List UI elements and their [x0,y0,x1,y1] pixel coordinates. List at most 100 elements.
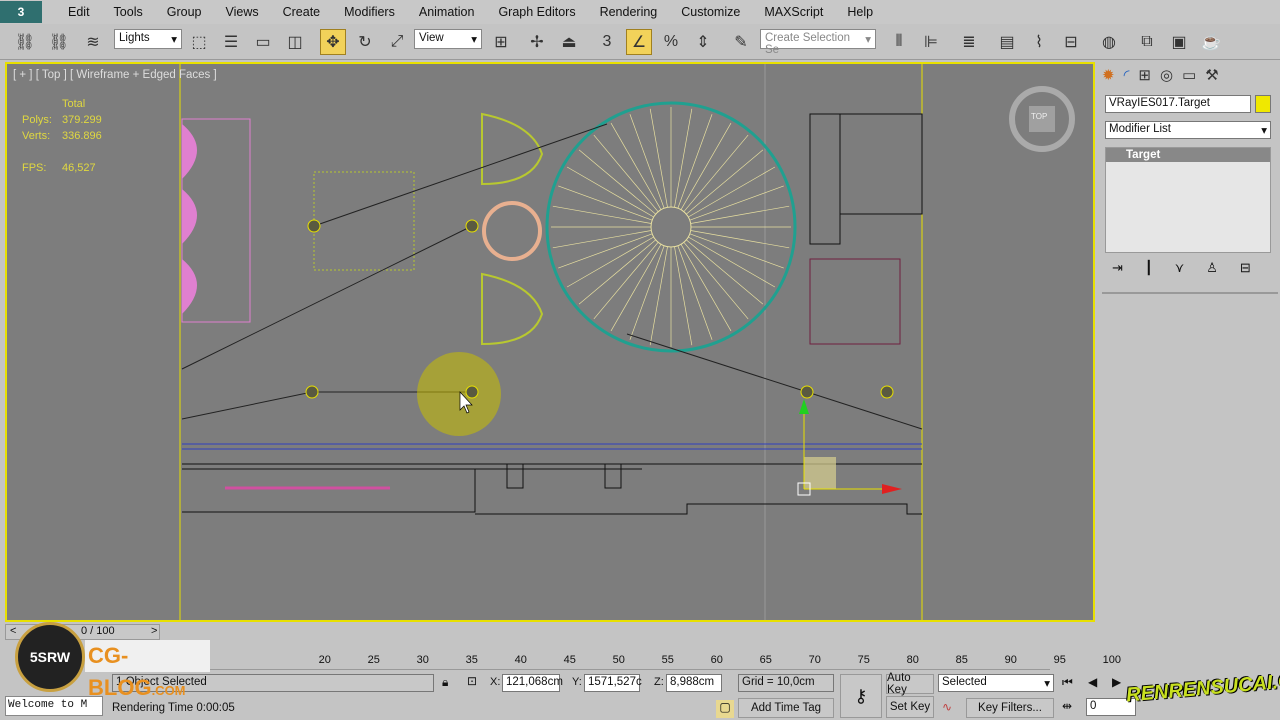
align-icon[interactable]: ⊫ [918,29,944,55]
reference-coord-value: View [419,32,444,44]
remove-modifier-icon[interactable]: ♙ [1206,260,1218,276]
absolute-mode-icon[interactable]: ⊡ [467,674,477,688]
window-crossing-icon[interactable]: ◫ [282,29,308,55]
menu-edit[interactable]: Edit [56,5,102,19]
panel-divider [1102,292,1278,294]
display-tab-icon[interactable]: ▭ [1182,66,1196,84]
key-mode-value: Selected [942,676,987,688]
pin-stack-icon[interactable]: ⇥ [1112,260,1123,276]
x-label: X: [490,676,501,688]
scene-wireframe [179,64,1075,620]
schematic-view-icon[interactable]: ⊟ [1058,29,1084,55]
time-tag-icon[interactable]: ▢ [716,700,734,718]
add-time-tag-button[interactable]: Add Time Tag [738,698,834,718]
track-bar-tick: 85 [955,654,968,666]
motion-tab-icon[interactable]: ◎ [1160,66,1173,84]
layer-manager-icon[interactable]: ≣ [956,29,982,55]
modifier-list-dropdown[interactable]: Modifier List ▾ [1105,121,1271,139]
main-toolbar: ⛓ ⛓ ≋ Lights ▾ ⬚ ☰ ▭ ◫ ✥ ↻ ⤢ View ▾ ⊞ ✢ ⏏ … [0,24,1280,60]
angle-snap-icon[interactable]: ∠ [626,29,652,55]
lock-icon[interactable]: 🔒︎ [442,675,448,690]
y-label: Y: [572,676,582,688]
app-logo[interactable]: 3 [0,1,42,23]
menu-modifiers[interactable]: Modifiers [332,5,407,19]
modifier-stack: Target [1105,147,1271,253]
pivot-icon[interactable]: ⊞ [488,29,514,55]
graphite-ribbon-icon[interactable]: ▤ [994,29,1020,55]
named-selection-dropdown[interactable]: Create Selection Se ▾ [760,29,876,56]
edit-named-selection-icon[interactable]: ✎ [728,29,754,55]
viewcube[interactable]: TOP [1031,112,1047,121]
modify-tab-icon[interactable]: ◜ [1124,66,1130,84]
track-bar[interactable]: 520253035404550556065707580859095100 [170,642,1121,670]
bind-space-warp-icon[interactable]: ≋ [80,29,106,55]
show-end-result-icon[interactable]: ┃ [1145,260,1153,276]
x-coordinate-field[interactable]: 121,068cm [502,674,563,692]
track-bar-tick: 65 [759,654,772,666]
mirror-icon[interactable]: ⫴ [886,29,912,55]
create-tab-icon[interactable]: ✹ [1102,66,1115,84]
keyboard-shortcut-icon[interactable]: ⏏ [556,29,582,55]
menu-rendering[interactable]: Rendering [588,5,670,19]
unlink-icon[interactable]: ⛓ [46,29,72,55]
utilities-tab-icon[interactable]: ⚒ [1205,66,1218,84]
rendered-frame-icon[interactable]: ▣ [1166,29,1192,55]
verts-label: Verts: [22,130,51,142]
set-key-button[interactable]: Set Key [886,696,934,718]
menu-views[interactable]: Views [213,5,270,19]
track-bar-tick: 60 [710,654,723,666]
viewport-top[interactable]: [ + ] [ Top ] [ Wireframe + Edged Faces … [5,62,1095,622]
menu-customize[interactable]: Customize [669,5,752,19]
selection-filter-value: Lights [119,32,150,44]
menu-graph-editors[interactable]: Graph Editors [486,5,587,19]
track-bar-tick: 70 [808,654,821,666]
z-coordinate-field[interactable]: 8,988cm [666,674,722,692]
track-bar-tick: 55 [661,654,674,666]
set-key-icon[interactable]: ⚷ [840,674,882,718]
chevron-down-icon: ▾ [1044,678,1050,690]
menu-animation[interactable]: Animation [407,5,487,19]
y-coordinate-field[interactable]: 1571,527c [584,674,642,692]
menu-group[interactable]: Group [155,5,214,19]
menu-maxscript[interactable]: MAXScript [752,5,835,19]
object-color-swatch[interactable] [1255,95,1271,113]
play-icon[interactable]: ▶ [1112,675,1121,689]
menu-tools[interactable]: Tools [102,5,155,19]
auto-key-button[interactable]: Auto Key [886,672,934,696]
rotate-icon[interactable]: ↻ [352,29,378,55]
configure-modifier-sets-icon[interactable]: ⊟ [1240,260,1251,276]
stack-item-target[interactable]: Target [1106,148,1270,162]
chevron-down-icon: ▾ [171,34,177,46]
menu-create[interactable]: Create [271,5,333,19]
rectangle-selection-icon[interactable]: ▭ [250,29,276,55]
curve-editor-icon[interactable]: ⌇ [1026,29,1052,55]
snap-toggle-icon[interactable]: 3 [594,29,620,55]
render-teapot-icon[interactable]: ☕ [1198,29,1224,55]
manipulate-icon[interactable]: ✢ [524,29,550,55]
key-mode-dropdown[interactable]: Selected ▾ [938,674,1054,692]
material-editor-icon[interactable]: ◍ [1096,29,1122,55]
percent-snap-icon[interactable]: % [658,29,684,55]
go-to-start-icon[interactable]: ⏮ [1062,675,1073,690]
spinner-snap-icon[interactable]: ⇕ [690,29,716,55]
grid-size: Grid = 10,0cm [738,674,834,692]
make-unique-icon[interactable]: ⋎ [1175,260,1185,276]
key-mode-toggle-icon[interactable]: ⇹ [1062,699,1072,713]
key-filters-button[interactable]: Key Filters... [966,698,1054,718]
move-icon[interactable]: ✥ [320,29,346,55]
previous-frame-icon[interactable]: ◀ [1088,675,1097,689]
stats-header: Total [62,98,86,110]
hierarchy-tab-icon[interactable]: ⊞ [1138,66,1151,84]
object-name-field[interactable]: VRayIES017.Target [1105,95,1251,113]
menu-help[interactable]: Help [835,5,885,19]
select-object-icon[interactable]: ⬚ [186,29,212,55]
select-by-name-icon[interactable]: ☰ [218,29,244,55]
viewport-label[interactable]: [ + ] [ Top ] [ Wireframe + Edged Faces … [13,69,217,81]
key-tangent-icon[interactable]: ∿ [942,700,952,714]
track-bar-tick: 35 [465,654,478,666]
link-icon[interactable]: ⛓ [12,29,38,55]
selection-filter-dropdown[interactable]: Lights ▾ [114,29,182,49]
reference-coord-dropdown[interactable]: View ▾ [414,29,482,49]
render-setup-icon[interactable]: ⧉ [1134,29,1160,55]
scale-icon[interactable]: ⤢ [384,29,410,55]
